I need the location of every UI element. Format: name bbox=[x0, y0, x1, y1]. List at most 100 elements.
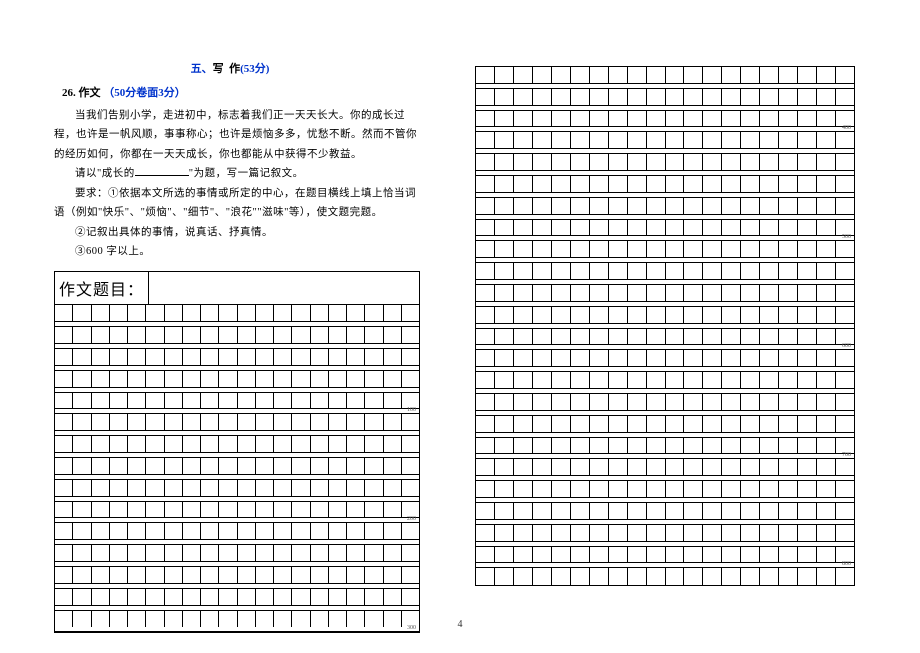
grid-cell bbox=[798, 198, 817, 215]
grid-cell bbox=[347, 393, 365, 410]
grid-cell bbox=[609, 438, 628, 455]
grid-cell bbox=[552, 329, 571, 346]
grid-cell bbox=[647, 263, 666, 280]
grid-cell bbox=[476, 220, 495, 237]
grid-cell bbox=[552, 132, 571, 149]
grid-cell bbox=[92, 611, 110, 628]
grid-cell bbox=[609, 416, 628, 433]
grid-cell bbox=[311, 567, 329, 584]
grid-cell bbox=[609, 285, 628, 302]
grid-cell bbox=[110, 502, 128, 519]
grid-cell bbox=[552, 307, 571, 324]
grid-cell bbox=[495, 176, 514, 193]
grid-cell bbox=[741, 220, 760, 237]
grid-cell bbox=[110, 567, 128, 584]
grid-cell bbox=[817, 503, 836, 520]
grid-cell bbox=[666, 307, 685, 324]
grid-cell bbox=[183, 523, 201, 540]
grid-cell bbox=[741, 89, 760, 106]
grid-cell bbox=[760, 89, 779, 106]
grid-cell bbox=[292, 480, 310, 497]
grid-cell bbox=[476, 416, 495, 433]
grid-cell bbox=[760, 67, 779, 84]
grid-cell bbox=[647, 568, 666, 585]
grid-cell bbox=[741, 111, 760, 128]
grid-cell bbox=[347, 371, 365, 388]
grid-cell bbox=[571, 220, 590, 237]
grid-cell bbox=[92, 480, 110, 497]
grid-cell bbox=[219, 502, 237, 519]
grid-cell bbox=[495, 198, 514, 215]
grid-cell bbox=[590, 285, 609, 302]
grid-cell bbox=[476, 525, 495, 542]
grid-cell bbox=[817, 372, 836, 389]
grid-cell bbox=[798, 481, 817, 498]
grid-cell bbox=[292, 305, 310, 322]
grid-cell bbox=[329, 305, 347, 322]
grid-cell bbox=[495, 350, 514, 367]
grid-cell bbox=[256, 436, 274, 453]
grid-cell bbox=[817, 67, 836, 84]
grid-cell bbox=[384, 589, 402, 606]
grid-cell bbox=[571, 372, 590, 389]
grid-cell bbox=[779, 132, 798, 149]
grid-cell bbox=[476, 176, 495, 193]
grid-cell bbox=[760, 198, 779, 215]
grid-cell bbox=[347, 436, 365, 453]
grid-cell bbox=[495, 372, 514, 389]
grid-cell bbox=[110, 611, 128, 628]
grid-cell bbox=[347, 327, 365, 344]
grid-cell bbox=[292, 567, 310, 584]
grid-cell bbox=[703, 568, 722, 585]
grid-cell bbox=[647, 89, 666, 106]
grid-cell bbox=[533, 372, 552, 389]
grid-cell bbox=[666, 67, 685, 84]
grid-cell bbox=[647, 547, 666, 564]
grid-cell bbox=[55, 436, 73, 453]
grid-cell bbox=[238, 305, 256, 322]
grid-cell bbox=[73, 480, 91, 497]
grid-cell bbox=[684, 176, 703, 193]
grid-cell bbox=[495, 568, 514, 585]
grid-cell bbox=[684, 154, 703, 171]
grid-cell bbox=[684, 525, 703, 542]
grid-cell bbox=[128, 327, 146, 344]
grid-cell bbox=[628, 198, 647, 215]
grid-cell bbox=[590, 525, 609, 542]
grid-cell bbox=[533, 241, 552, 258]
grid-cell bbox=[817, 547, 836, 564]
paragraph-1: 当我们告别小学，走进初中，标志着我们正一天天长大。你的成长过程，也许是一帆风顺，… bbox=[40, 106, 420, 164]
grid-cell bbox=[92, 393, 110, 410]
grid-cell bbox=[292, 545, 310, 562]
grid-cell bbox=[666, 350, 685, 367]
grid-cell bbox=[533, 350, 552, 367]
grid-cell bbox=[165, 349, 183, 366]
essay-grid-left: 作文题目： 100200300 bbox=[54, 271, 420, 633]
grid-cell bbox=[73, 414, 91, 431]
grid-cell bbox=[533, 132, 552, 149]
grid-cell bbox=[666, 416, 685, 433]
grid-cell bbox=[666, 132, 685, 149]
grid-cell bbox=[476, 263, 495, 280]
grid-cell bbox=[628, 394, 647, 411]
grid-cell bbox=[779, 525, 798, 542]
grid-cell bbox=[495, 89, 514, 106]
grid-cell bbox=[183, 349, 201, 366]
section-title-p1: 写 bbox=[213, 63, 224, 75]
grid-cell bbox=[274, 436, 292, 453]
grid-cell bbox=[476, 329, 495, 346]
grid-cell bbox=[684, 350, 703, 367]
grid-cell bbox=[329, 371, 347, 388]
grid-cell bbox=[817, 132, 836, 149]
grid-cell bbox=[402, 371, 419, 388]
grid-cell bbox=[571, 263, 590, 280]
grid-cell bbox=[590, 459, 609, 476]
grid-cell bbox=[647, 241, 666, 258]
grid-cell bbox=[311, 414, 329, 431]
grid-row bbox=[55, 502, 419, 519]
grid-cell bbox=[741, 568, 760, 585]
grid-cell bbox=[552, 220, 571, 237]
grid-cell bbox=[219, 414, 237, 431]
grid-cell bbox=[384, 305, 402, 322]
grid-cell bbox=[533, 525, 552, 542]
